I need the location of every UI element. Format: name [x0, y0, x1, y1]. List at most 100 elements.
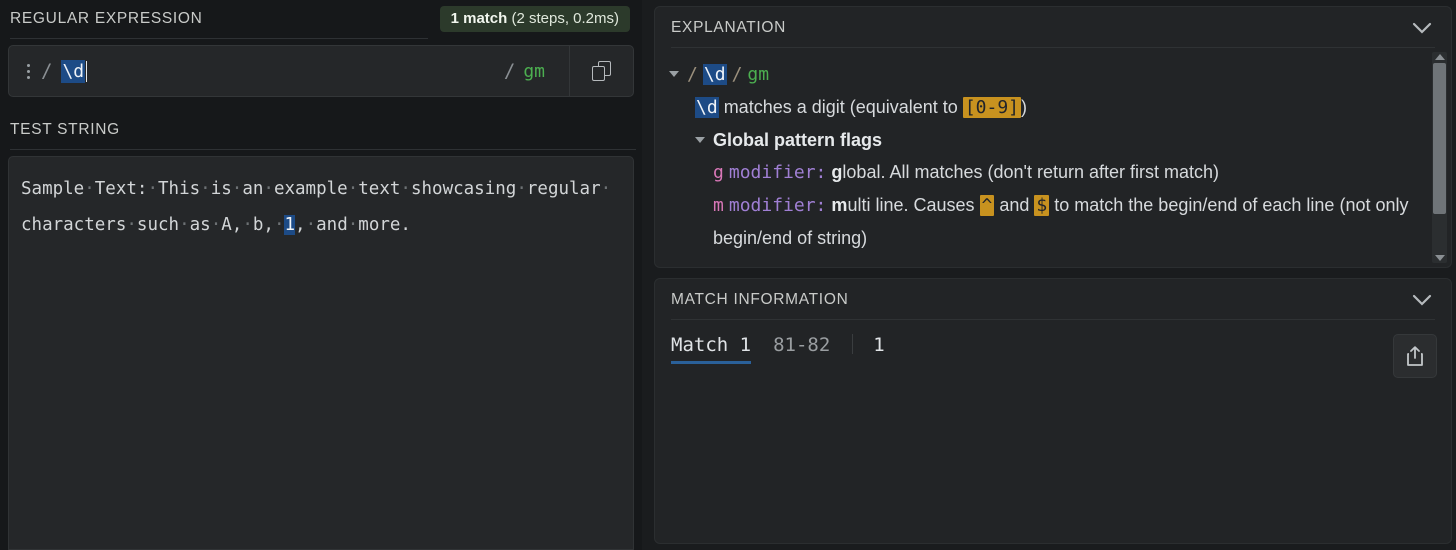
exp-flag-g-description: lobal. All matches (don't return after f…: [842, 162, 1220, 182]
test-string-word: such: [136, 215, 180, 235]
expand-triangle-icon[interactable]: [669, 71, 679, 77]
exp-flag-g-keyword: modifier:: [728, 162, 827, 183]
scrollbar-thumb[interactable]: [1433, 63, 1446, 215]
match-information-header[interactable]: MATCH INFORMATION: [655, 279, 1451, 319]
chevron-down-icon-match[interactable]: [1409, 292, 1435, 308]
regex-input-field[interactable]: / \d / gm: [9, 46, 569, 96]
regex-open-delimiter: /: [41, 60, 53, 82]
exp-close-delimiter: /: [731, 64, 743, 85]
test-string-word: is: [210, 179, 232, 199]
kebab-menu-icon[interactable]: [25, 62, 32, 81]
test-string-word: Sample: [21, 179, 85, 199]
test-string-word: ,: [295, 215, 306, 235]
test-string-word: example: [273, 179, 348, 199]
space-dot: ·: [263, 179, 274, 199]
explanation-flag-row-m: m modifier: multi line. Causes ^ and $ t…: [669, 189, 1426, 254]
explanation-scrollbar[interactable]: [1432, 52, 1447, 263]
match-label[interactable]: Match 1: [671, 334, 752, 364]
regex-flags-group[interactable]: / gm: [504, 60, 561, 82]
explanation-flag-row-g: g modifier: global. All matches (don't r…: [669, 156, 1426, 189]
test-string-divider: [10, 149, 636, 150]
expand-triangle-icon-flags[interactable]: [695, 137, 705, 143]
test-string-word: A,: [221, 215, 243, 235]
exp-flags-group-title: Global pattern flags: [713, 130, 883, 150]
regular-expression-divider: [10, 38, 428, 39]
test-string-header: TEST STRING: [8, 111, 634, 149]
exp-flag-m-desc-2: and: [994, 195, 1035, 215]
space-dot: ·: [84, 179, 95, 199]
space-dot: ·: [242, 215, 253, 235]
exp-pattern-token: \d: [702, 64, 727, 85]
regex-flags-value[interactable]: gm: [523, 61, 545, 82]
exp-digit-text-before: matches a digit (equivalent to: [718, 97, 963, 117]
right-column: EXPLANATION / \d / gm \d matches a digit…: [642, 0, 1456, 550]
explanation-digit-row: \d matches a digit (equivalent to [0-9]): [669, 91, 1426, 124]
match-value: 1: [873, 334, 885, 356]
space-dot: ·: [210, 215, 222, 235]
match-information-title: MATCH INFORMATION: [671, 291, 849, 308]
space-dot: ·: [231, 179, 243, 199]
space-dot: ·: [305, 215, 317, 235]
export-matches-button[interactable]: [1393, 334, 1437, 378]
text-cursor: [86, 60, 88, 82]
space-dot: ·: [200, 179, 211, 199]
exp-flags: gm: [747, 64, 770, 85]
test-string-word: an: [242, 179, 264, 199]
match-label-text: Match 1: [671, 334, 752, 356]
exp-flag-m-desc-1: ulti line. Causes: [847, 195, 980, 215]
match-information-panel: MATCH INFORMATION Match 1 81-82 1: [654, 278, 1452, 544]
test-string-word: more.: [358, 215, 411, 235]
explanation-flags-group-row[interactable]: Global pattern flags: [669, 124, 1426, 156]
explanation-panel: EXPLANATION / \d / gm \d matches a digit…: [654, 6, 1452, 268]
test-string-title: TEST STRING: [10, 121, 120, 138]
match-highlight: 1: [284, 215, 296, 235]
regex-input-box[interactable]: / \d / gm: [8, 45, 634, 97]
regular-expression-header: REGULAR EXPRESSION 1 match (2 steps, 0.2…: [8, 0, 634, 38]
explanation-pattern-row[interactable]: / \d / gm: [669, 58, 1426, 91]
space-dot: ·: [273, 215, 285, 235]
explanation-tree: / \d / gm \d matches a digit (equivalent…: [655, 48, 1432, 267]
explanation-header[interactable]: EXPLANATION: [655, 7, 1451, 47]
exp-digit-text-after: ): [1021, 97, 1028, 117]
regex-close-delimiter: /: [503, 60, 516, 82]
space-dot: ·: [600, 179, 612, 199]
test-string-word: and: [316, 215, 348, 235]
chevron-down-icon[interactable]: [1409, 20, 1435, 36]
export-icon: [1407, 345, 1423, 366]
space-dot: ·: [347, 179, 359, 199]
explanation-title: EXPLANATION: [671, 19, 787, 36]
match-information-body: Match 1 81-82 1: [655, 320, 1451, 543]
test-string-input[interactable]: Sample·Text:·This·is·an·example·text·sho…: [8, 156, 634, 550]
test-string-word: as: [189, 215, 211, 235]
regex-pattern-value: \d: [61, 59, 86, 83]
space-dot: ·: [179, 215, 190, 235]
match-count-detail: (2 steps, 0.2ms): [507, 10, 619, 27]
regular-expression-title: REGULAR EXPRESSION: [10, 10, 203, 27]
match-range: 81-82: [773, 334, 831, 356]
test-string-word: characters: [21, 215, 127, 235]
table-row[interactable]: Match 1 81-82 1: [671, 334, 1393, 364]
match-rows: Match 1 81-82 1: [671, 334, 1393, 543]
space-dot: ·: [400, 179, 411, 199]
space-dot: ·: [147, 179, 158, 199]
exp-open-delimiter: /: [687, 64, 698, 85]
test-string-word: Text:: [94, 179, 148, 199]
test-string-section: TEST STRING Sample·Text:·This·is·an·exam…: [8, 111, 636, 550]
exp-flag-m-token-dollar: $: [1034, 195, 1050, 216]
explanation-body: / \d / gm \d matches a digit (equivalent…: [655, 48, 1451, 267]
exp-flag-g-letter: g: [713, 162, 724, 183]
match-label-underline: [671, 361, 752, 364]
exp-flag-g-bold: g: [831, 162, 843, 182]
regex-pattern-wrapper: \d: [61, 59, 88, 83]
test-string-word: text: [358, 179, 401, 199]
scroll-down-arrow-icon[interactable]: [1434, 255, 1445, 261]
exp-digit-class-highlight: [0-9]: [962, 97, 1022, 118]
match-count-badge: 1 match (2 steps, 0.2ms): [439, 6, 630, 32]
test-string-word: showcasing: [410, 179, 517, 199]
exp-flag-m-bold: m: [831, 195, 848, 215]
match-count-label: 1 match: [450, 10, 508, 27]
copy-regex-button[interactable]: [569, 46, 633, 96]
scrollbar-track[interactable]: [1432, 60, 1447, 255]
exp-flag-m-keyword: modifier:: [728, 195, 827, 216]
left-column: REGULAR EXPRESSION 1 match (2 steps, 0.2…: [0, 0, 642, 550]
